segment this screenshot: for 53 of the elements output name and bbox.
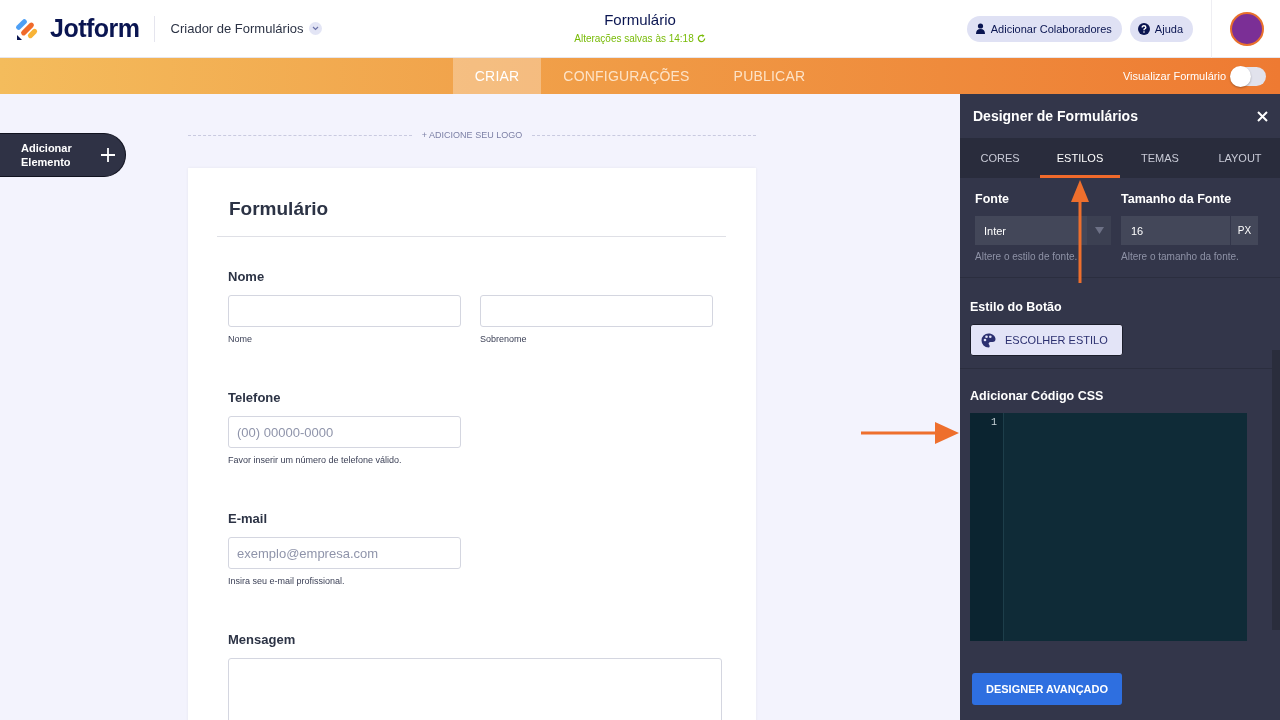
collaborators-button[interactable]: Adicionar Colaboradores	[966, 15, 1122, 42]
field-label: Fonte	[975, 192, 1011, 206]
code-editor[interactable]: 1	[970, 413, 1247, 641]
input-field[interactable]: (00) 00000-0000	[228, 416, 461, 448]
palette-icon	[981, 332, 996, 348]
message-field[interactable]	[228, 658, 722, 720]
field-label: Mensagem	[228, 632, 296, 647]
field-label: E-mail	[228, 511, 267, 526]
field-hint: Altere o estilo de fonte.	[975, 251, 1079, 262]
panel-tab[interactable]: LAYOUT	[1200, 138, 1280, 178]
field-label: Nome	[228, 269, 265, 284]
avatar[interactable]	[1230, 11, 1264, 46]
panel-title: Designer de Formulários	[973, 108, 1138, 124]
field-hint: Insira seu e-mail profissional.	[228, 576, 346, 586]
preview-label: Visualizar Formulário	[1122, 70, 1226, 82]
save-status: Alterações salvas às 14:18	[574, 33, 694, 44]
line-number: 1	[991, 417, 997, 428]
field-hint: Favor inserir um número de telefone válido.	[228, 455, 403, 465]
panel-tab[interactable]: TEMAS	[1120, 138, 1200, 178]
preview-toggle[interactable]	[1232, 66, 1266, 86]
close-button[interactable]	[1257, 110, 1268, 122]
field-hint: Altere o tamanho da fonte.	[1121, 251, 1240, 262]
section-label: Adicionar Código CSS	[970, 389, 1105, 403]
add-element-button[interactable]: Adicionar Elemento	[0, 133, 126, 177]
logo-icon	[16, 16, 40, 41]
input-field[interactable]	[480, 295, 713, 327]
font-size-input[interactable]: 16	[1121, 216, 1230, 245]
help-button[interactable]: Ajuda	[1129, 15, 1193, 42]
input-field[interactable]: exemplo@empresa.com	[228, 537, 461, 569]
app-menu[interactable]: Criador de Formulários	[170, 21, 322, 36]
field-label: Tamanho da Fonte	[1121, 192, 1233, 206]
add-logo-link[interactable]: + ADICIONE SEU LOGO	[421, 130, 523, 140]
font-dropdown[interactable]: Inter	[975, 216, 1111, 245]
help-icon	[1137, 22, 1150, 35]
input-field[interactable]	[228, 295, 461, 327]
form-title: Formulário	[604, 11, 676, 28]
plus-icon	[100, 147, 116, 163]
section-label: Estilo do Botão	[970, 300, 1063, 314]
logo-text: Jotform	[50, 14, 140, 43]
sublabel: Sobrenome	[480, 334, 528, 344]
person-icon	[974, 23, 986, 34]
refresh-icon	[696, 34, 706, 43]
field-label: Telefone	[228, 390, 281, 405]
close-icon	[1257, 110, 1268, 122]
sublabel: Nome	[228, 334, 253, 344]
advanced-designer-button[interactable]: DESIGNER AVANÇADO	[972, 673, 1123, 705]
choose-style-button[interactable]: ESCOLHER ESTILO	[970, 324, 1123, 356]
unit-label: PX	[1231, 216, 1258, 245]
form-heading: Formulário	[217, 168, 726, 237]
panel-tab[interactable]: CORES	[960, 138, 1040, 178]
chevron-icon	[311, 26, 319, 31]
dropdown-arrow-icon	[1094, 227, 1104, 234]
panel-tab[interactable]: ESTILOS	[1040, 138, 1120, 178]
